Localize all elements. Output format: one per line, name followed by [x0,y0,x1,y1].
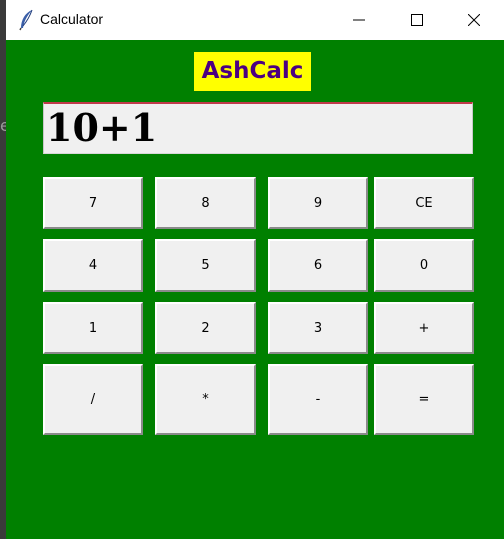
feather-icon [18,9,36,31]
key-0[interactable]: 0 [374,239,474,292]
key-5[interactable]: 5 [155,239,256,292]
calculator-display[interactable]: 10+1 [43,102,473,154]
key-9[interactable]: 9 [268,177,368,229]
clear-entry-button[interactable]: CE [374,177,474,229]
key-8[interactable]: 8 [155,177,256,229]
maximize-button[interactable] [394,0,440,40]
multiply-button[interactable]: * [155,364,256,435]
equals-button[interactable]: = [374,364,474,435]
close-button[interactable] [451,0,497,40]
minimize-button[interactable] [336,0,382,40]
key-1[interactable]: 1 [43,302,143,354]
title-bar[interactable]: Calculator [6,0,504,40]
key-6[interactable]: 6 [268,239,368,292]
app-heading: AshCalc [194,52,311,91]
divide-button[interactable]: / [43,364,143,435]
subtract-button[interactable]: - [268,364,368,435]
key-3[interactable]: 3 [268,302,368,354]
close-icon [468,14,480,26]
window-title: Calculator [40,11,104,27]
maximize-icon [411,14,423,26]
key-2[interactable]: 2 [155,302,256,354]
add-button[interactable]: + [374,302,474,354]
key-7[interactable]: 7 [43,177,143,229]
calculator-window: Calculator AshCalc 10+1 7 8 9 CE 4 5 6 0… [6,0,504,539]
key-4[interactable]: 4 [43,239,143,292]
minimize-icon [353,19,365,21]
